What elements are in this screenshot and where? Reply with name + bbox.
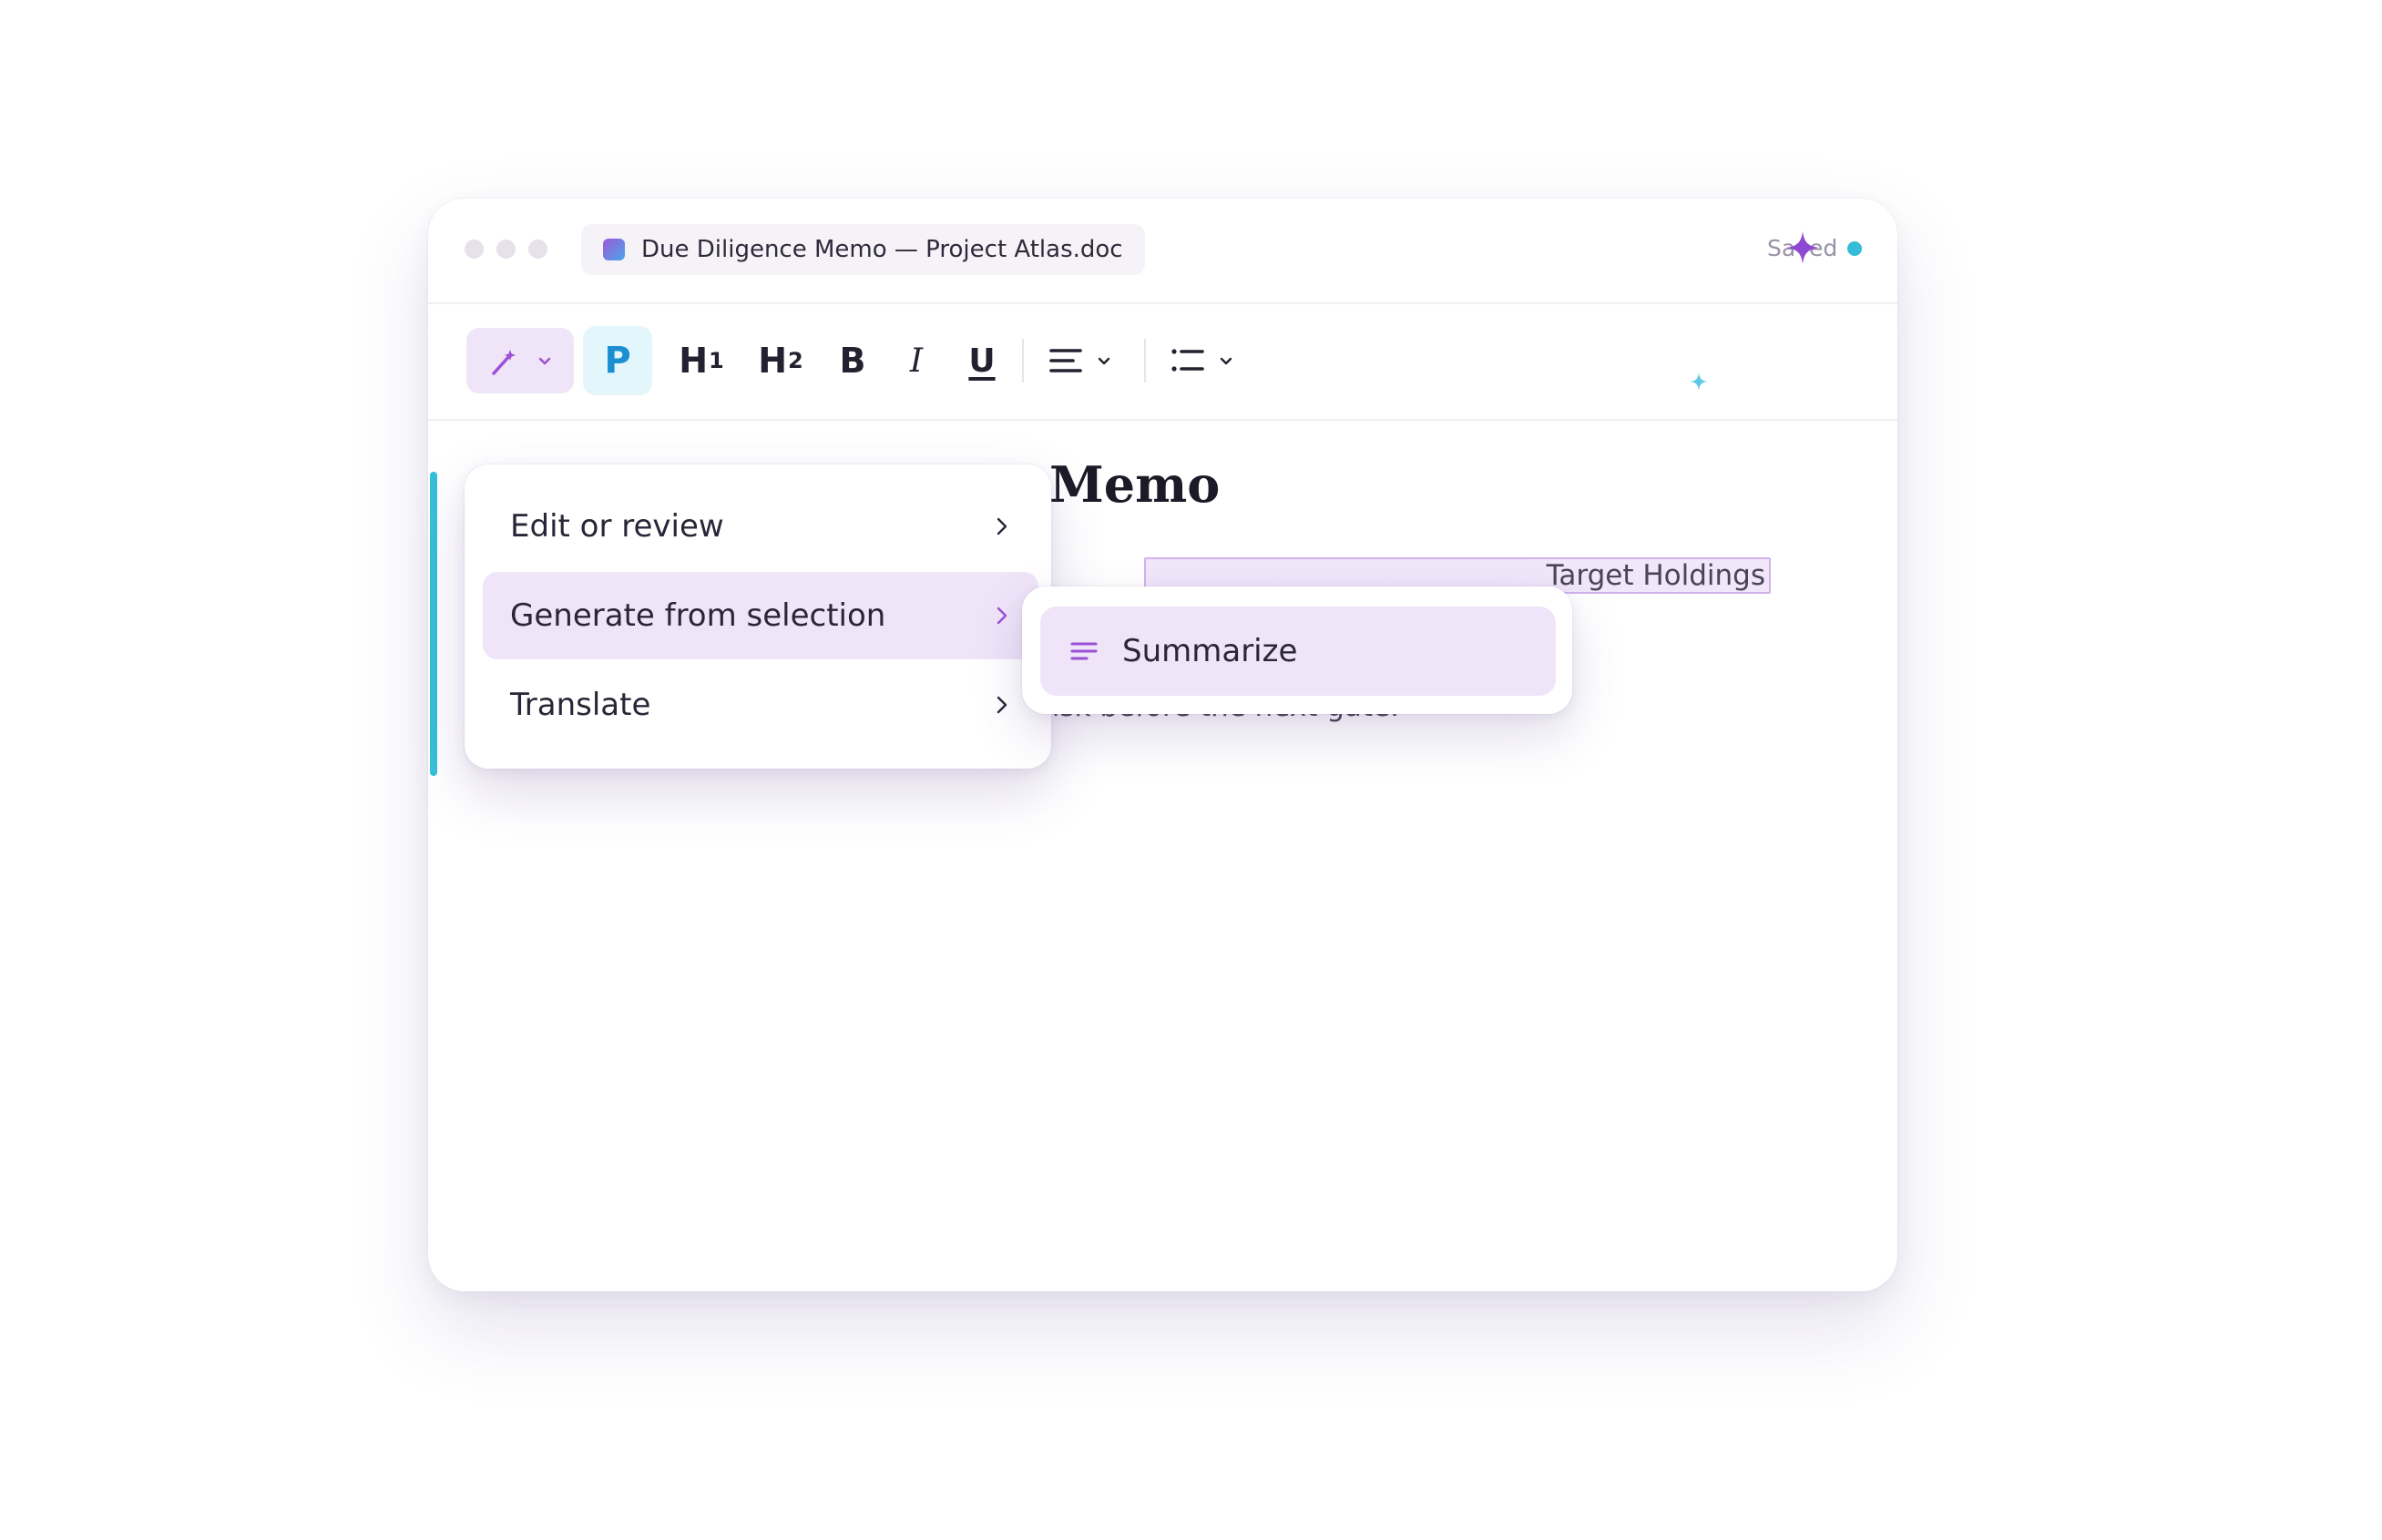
menu-item-edit-or-review[interactable]: Edit or review	[483, 483, 1038, 570]
chevron-right-icon	[997, 696, 1007, 714]
formatting-toolbar: P H1 H2 B I U	[428, 302, 1897, 421]
document-title: Due Diligence Memo — Project Atlas.doc	[641, 236, 1123, 263]
status-indicator	[1847, 241, 1862, 256]
menu-item-label: Edit or review	[510, 508, 724, 545]
chevron-right-icon	[997, 517, 1007, 535]
window-control-close[interactable]	[465, 240, 484, 259]
chevron-down-icon	[1220, 357, 1232, 365]
document-icon	[603, 239, 625, 260]
heading-2-label: H	[758, 341, 788, 381]
text-align-button[interactable]	[1040, 330, 1120, 392]
toolbar-divider	[1022, 339, 1024, 382]
heading-1-button[interactable]: H1	[672, 330, 731, 392]
bulleted-list-icon	[1171, 349, 1204, 372]
toolbar-divider	[1144, 339, 1146, 382]
title-bar: Due Diligence Memo — Project Atlas.doc S…	[428, 199, 1897, 304]
chevron-down-icon	[1098, 357, 1110, 365]
chevron-down-icon	[538, 357, 551, 365]
window-control-minimize[interactable]	[496, 240, 516, 259]
document-heading[interactable]: Memo	[1049, 455, 1220, 514]
underline-button[interactable]: U	[953, 330, 1011, 392]
lines-icon	[1069, 638, 1099, 664]
list-style-button[interactable]	[1162, 330, 1242, 392]
paragraph-style-button[interactable]: P	[583, 326, 652, 395]
submenu-item-label: Summarize	[1122, 633, 1298, 669]
submenu-item-summarize[interactable]: Summarize	[1040, 607, 1556, 696]
italic-button[interactable]: I	[891, 330, 942, 392]
align-left-icon	[1049, 349, 1082, 372]
heading-1-label: H	[679, 341, 709, 381]
heading-2-level: 2	[788, 348, 803, 373]
chevron-right-icon	[997, 607, 1007, 625]
selection-accent-bar	[430, 472, 437, 776]
menu-item-generate-from-selection[interactable]: Generate from selection	[483, 572, 1038, 659]
menu-item-translate[interactable]: Translate	[483, 661, 1038, 749]
sparkle-icon	[1690, 372, 1708, 391]
window-control-maximize[interactable]	[528, 240, 547, 259]
ai-actions-menu: Edit or review Generate from selection T…	[465, 464, 1051, 769]
ai-tools-button[interactable]	[466, 328, 574, 393]
generate-submenu: Summarize	[1022, 586, 1572, 714]
heading-2-button[interactable]: H2	[749, 330, 813, 392]
bold-button[interactable]: B	[827, 330, 878, 392]
document-tab[interactable]: Due Diligence Memo — Project Atlas.doc	[581, 224, 1145, 275]
menu-item-label: Generate from selection	[510, 597, 886, 634]
menu-item-label: Translate	[510, 687, 651, 723]
heading-1-level: 1	[709, 348, 724, 373]
magic-wand-icon	[492, 350, 516, 375]
sparkle-icon	[1786, 231, 1819, 264]
